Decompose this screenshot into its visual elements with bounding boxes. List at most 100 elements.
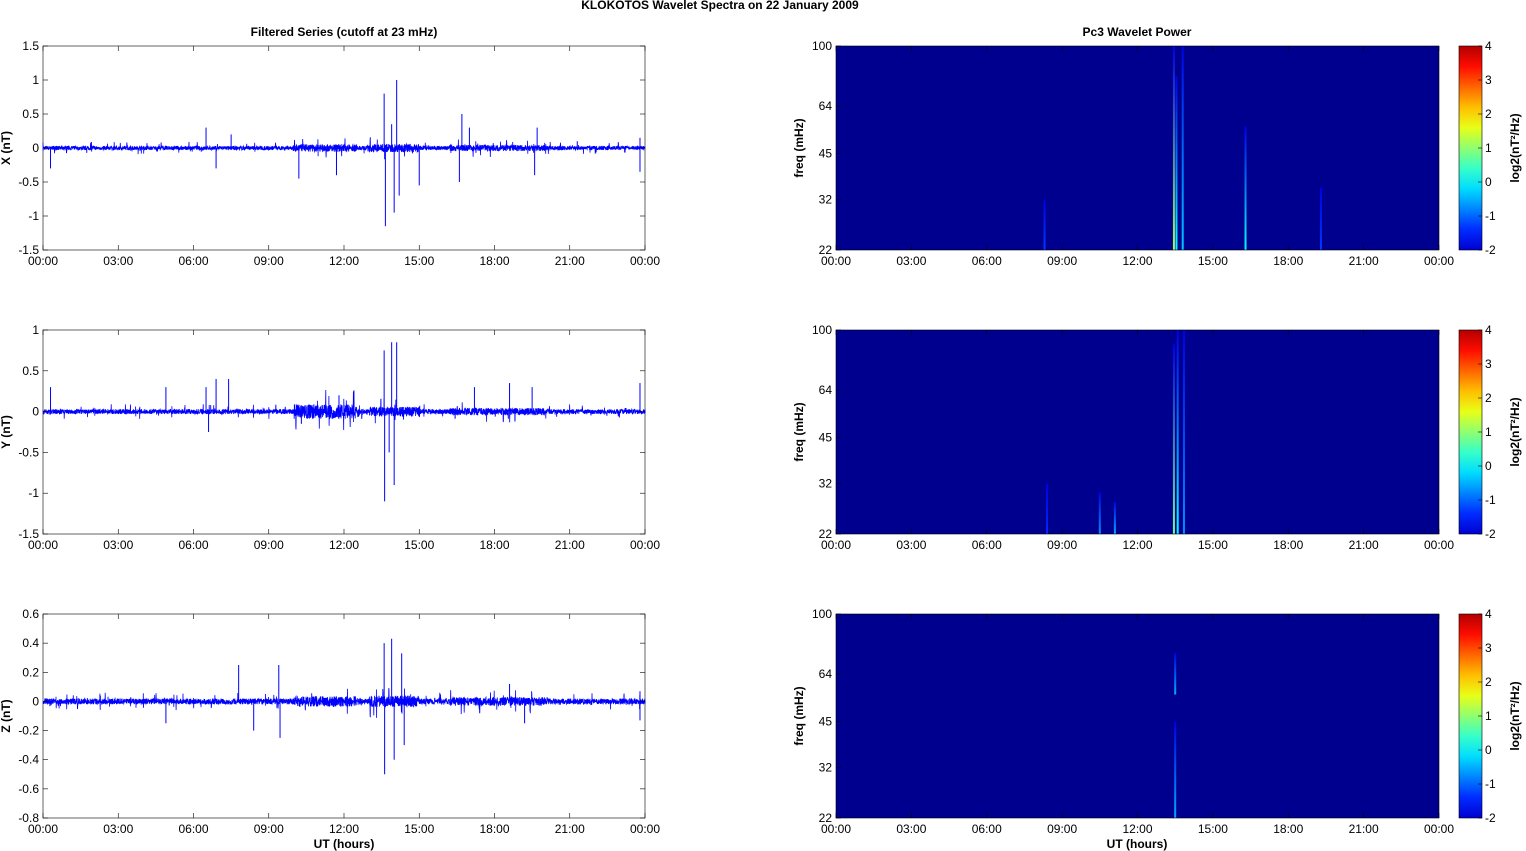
colorbar-tick-label: 3: [1485, 357, 1492, 371]
y-axis-label: Z (nT): [0, 699, 13, 732]
y-tick-label: 0.4: [22, 636, 39, 650]
ts-x-tick-label: 12:00: [329, 538, 359, 552]
power-streak: [1172, 46, 1175, 250]
y-tick-label: 32: [819, 477, 833, 491]
power-streak: [1174, 652, 1177, 695]
colorbar-tick-label: 4: [1485, 323, 1492, 337]
colorbar-label: log2(nT²/Hz): [1508, 681, 1522, 750]
y-tick-label: -1: [28, 209, 39, 223]
spec-x-tick-label: 00:00: [1424, 538, 1454, 552]
spec-x-tick-label: 00:00: [821, 254, 851, 268]
spec-x-tick-label: 18:00: [1273, 538, 1303, 552]
colorbar-tick-label: -2: [1485, 243, 1496, 257]
spec-x-tick-label: 15:00: [1198, 822, 1228, 836]
timeseries-plot-y: [42, 329, 646, 535]
ts-x-tick-label: 00:00: [28, 822, 58, 836]
spec-x-tick-label: 00:00: [1424, 822, 1454, 836]
spec-x-tick-label: 03:00: [896, 254, 926, 268]
spec-x-tick-label: 21:00: [1349, 822, 1379, 836]
ts-x-tick-label: 18:00: [479, 254, 509, 268]
y-tick-label: 0.6: [22, 607, 39, 621]
colorbar-tick-label: 2: [1485, 107, 1492, 121]
ts-x-tick-label: 15:00: [404, 254, 434, 268]
power-streak: [1182, 330, 1185, 534]
y-tick-label: 0.5: [22, 364, 39, 378]
spec-x-tick-label: 09:00: [1047, 822, 1077, 836]
ts-x-tick-label: 06:00: [178, 254, 208, 268]
y-tick-label: 32: [819, 761, 833, 775]
power-streak: [1098, 492, 1101, 534]
colorbar-tick-label: 1: [1485, 709, 1492, 723]
ts-x-tick-label: 03:00: [103, 254, 133, 268]
y-tick-label: 0: [32, 141, 39, 155]
ts-x-tick-label: 18:00: [479, 822, 509, 836]
y-tick-label: 64: [819, 99, 833, 113]
x-axis-label-left: UT (hours): [314, 837, 375, 851]
timeseries-plot-z: [42, 613, 646, 819]
y-tick-label: -0.2: [18, 724, 39, 738]
colorbar-tick-label: 2: [1485, 391, 1492, 405]
colorbar-tick-label: 4: [1485, 39, 1492, 53]
spec-x-tick-label: 12:00: [1122, 254, 1152, 268]
spec-x-tick-label: 18:00: [1273, 822, 1303, 836]
y-tick-label: 0.5: [22, 107, 39, 121]
spec-x-tick-label: 15:00: [1198, 538, 1228, 552]
ts-x-tick-label: 12:00: [329, 254, 359, 268]
spec-x-tick-label: 09:00: [1047, 254, 1077, 268]
spec-x-tick-label: 06:00: [972, 254, 1002, 268]
ts-x-tick-label: 06:00: [178, 538, 208, 552]
power-streak: [1176, 330, 1179, 534]
spec-x-tick-label: 00:00: [821, 538, 851, 552]
y-tick-label: 0: [32, 405, 39, 419]
spectrogram-2: [836, 330, 1439, 534]
colorbar-tick-label: 0: [1485, 175, 1492, 189]
ts-x-tick-label: 21:00: [555, 538, 585, 552]
x-axis-label-right: UT (hours): [1107, 837, 1168, 851]
colorbar-tick-label: -2: [1485, 527, 1496, 541]
power-streak: [1043, 199, 1046, 250]
spec-x-tick-label: 21:00: [1349, 538, 1379, 552]
ts-x-tick-label: 00:00: [630, 538, 660, 552]
y-tick-label: 0: [32, 694, 39, 708]
colorbar-tick-label: 1: [1485, 141, 1492, 155]
colorbar-tick-label: 3: [1485, 73, 1492, 87]
ts-x-tick-label: 00:00: [28, 538, 58, 552]
y-tick-label: 0.2: [22, 665, 39, 679]
colorbar-tick-label: -2: [1485, 811, 1496, 825]
ts-x-tick-label: 00:00: [28, 254, 58, 268]
power-streak: [1244, 126, 1247, 250]
ts-x-tick-label: 12:00: [329, 822, 359, 836]
ts-x-tick-label: 00:00: [630, 822, 660, 836]
spec-x-tick-label: 03:00: [896, 538, 926, 552]
colorbar-tick-label: 3: [1485, 641, 1492, 655]
power-streak: [1319, 187, 1322, 250]
spec-x-tick-label: 21:00: [1349, 254, 1379, 268]
ts-x-tick-label: 09:00: [254, 538, 284, 552]
y-tick-label: 64: [819, 383, 833, 397]
spectrogram-3: [836, 614, 1439, 818]
ts-x-tick-label: 21:00: [555, 822, 585, 836]
y-axis-label: freq (mHz): [792, 402, 806, 461]
y-tick-label: -0.4: [18, 753, 39, 767]
y-tick-label: -0.6: [18, 782, 39, 796]
spec-x-tick-label: 15:00: [1198, 254, 1228, 268]
y-tick-label: 45: [819, 431, 833, 445]
colorbar-tick-label: 0: [1485, 459, 1492, 473]
spec-x-tick-label: 00:00: [1424, 254, 1454, 268]
colorbar-label: log2(nT²/Hz): [1508, 113, 1522, 182]
colorbar-tick-label: -1: [1485, 493, 1496, 507]
colorbar-label: log2(nT²/Hz): [1508, 397, 1522, 466]
y-tick-label: 1: [32, 73, 39, 87]
ts-x-tick-label: 15:00: [404, 538, 434, 552]
ts-x-tick-label: 03:00: [103, 822, 133, 836]
colorbar-tick-label: 4: [1485, 607, 1492, 621]
colorbar-tick-label: 0: [1485, 743, 1492, 757]
power-streak: [1046, 483, 1049, 534]
right-column-title: Pc3 Wavelet Power: [1083, 25, 1192, 39]
colorbar-tick-label: 1: [1485, 425, 1492, 439]
ts-x-tick-label: 03:00: [103, 538, 133, 552]
y-tick-label: 100: [812, 323, 832, 337]
spec-x-tick-label: 09:00: [1047, 538, 1077, 552]
spec-x-tick-label: 06:00: [972, 538, 1002, 552]
figure-title: KLOKOTOS Wavelet Spectra on 22 January 2…: [581, 0, 859, 12]
